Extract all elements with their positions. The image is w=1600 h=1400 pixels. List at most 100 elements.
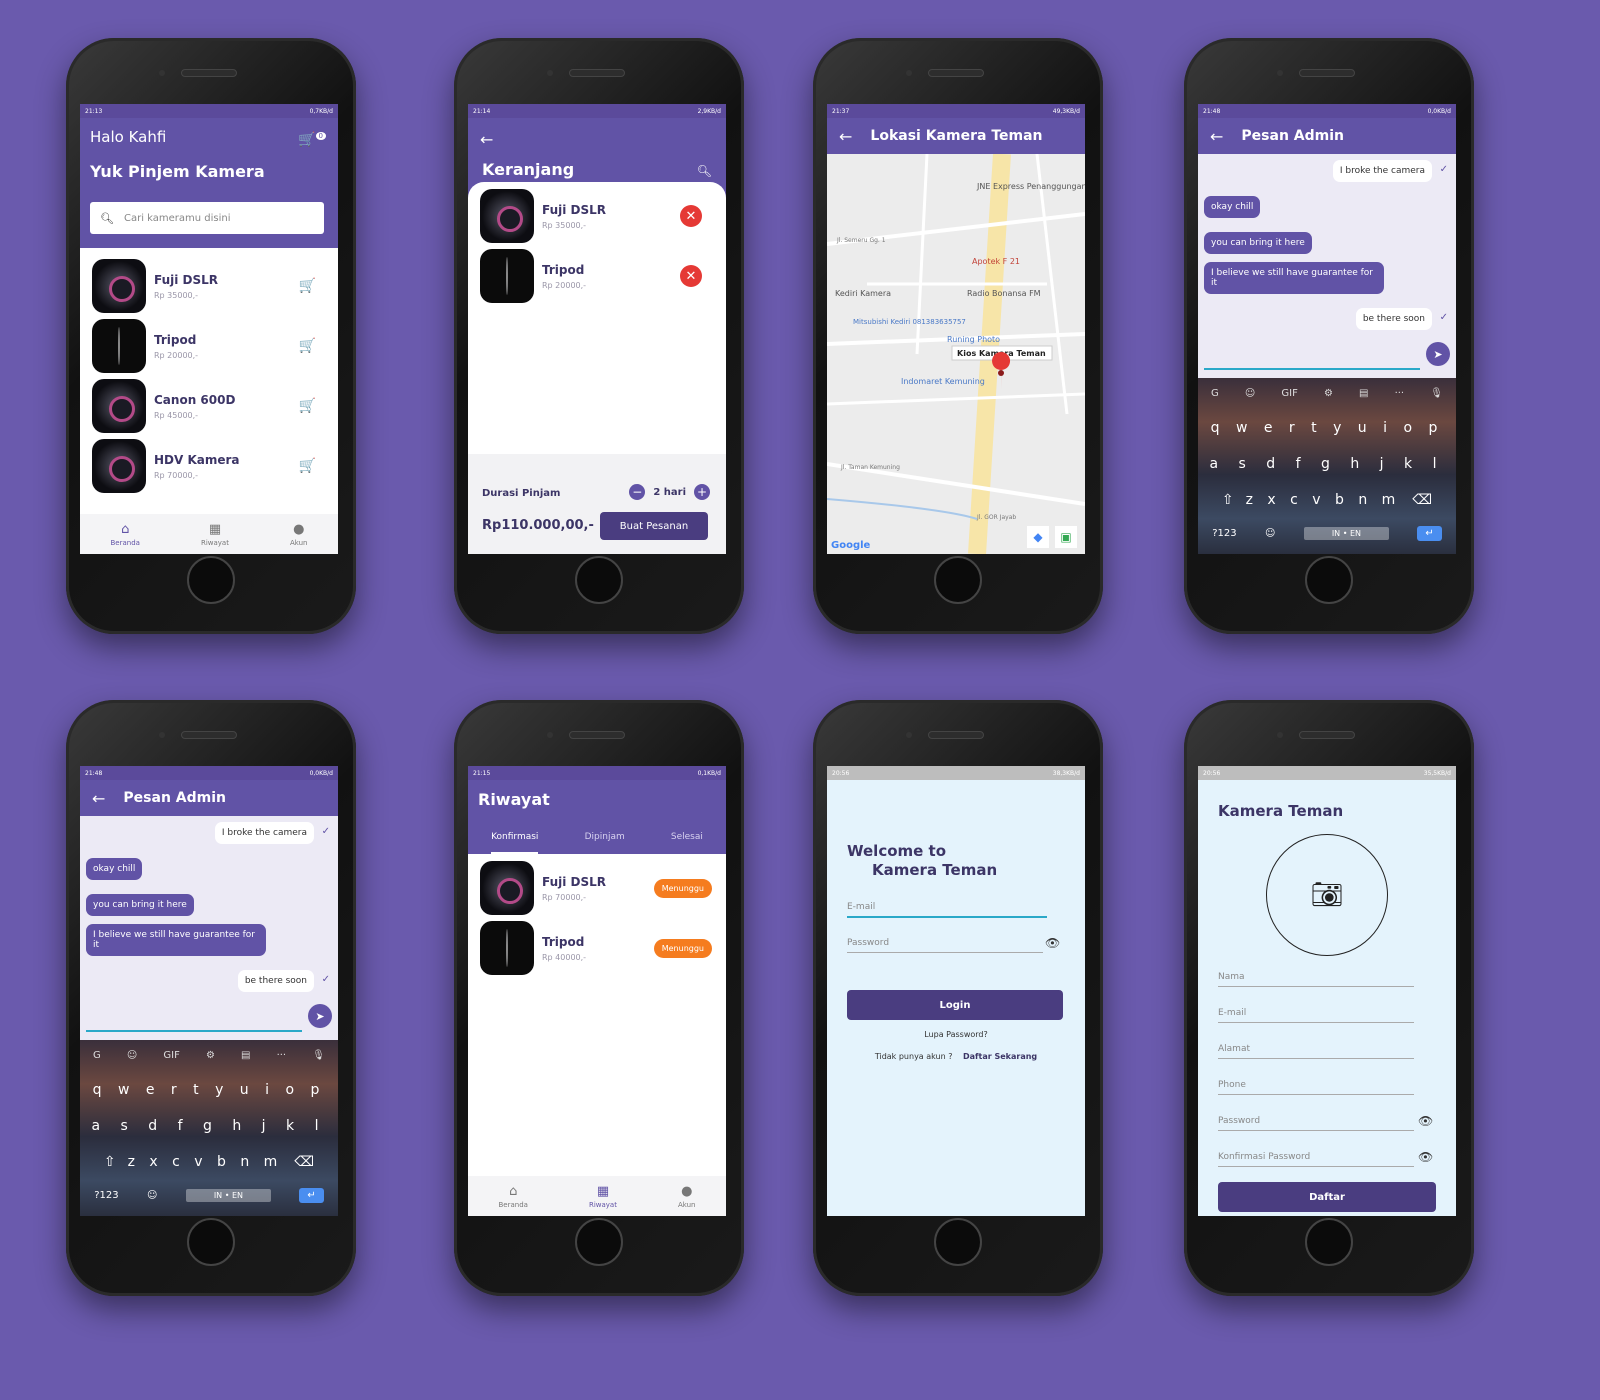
keyboard-row-3-keys[interactable]: z x c v b n m (1246, 492, 1401, 508)
tab-dipinjam[interactable]: Dipinjam (585, 832, 625, 854)
list-item[interactable]: HDV Kamera Rp 70000,- 🛒 (80, 436, 338, 496)
message-input[interactable] (1204, 358, 1420, 370)
eye-icon[interactable]: 👁︎ (1045, 936, 1060, 950)
register-link[interactable]: Daftar Sekarang (963, 1052, 1037, 1061)
gear-icon[interactable]: ⚙ (1324, 388, 1333, 399)
google-icon[interactable]: G (1211, 388, 1219, 399)
nav-home[interactable]: ⌂ Beranda (111, 522, 140, 547)
phone-field[interactable]: Phone (1218, 1080, 1414, 1095)
more-icon[interactable]: ··· (277, 1050, 287, 1061)
keyboard-row-3-keys[interactable]: z x c v b n m (128, 1154, 283, 1170)
home-button[interactable] (575, 1218, 623, 1266)
shift-icon[interactable]: ⇧ (104, 1154, 116, 1170)
eye-icon[interactable]: 👁︎ (1418, 1150, 1433, 1164)
enter-icon[interactable]: ↵ (299, 1188, 324, 1203)
mic-icon[interactable]: 🎙︎ (1430, 388, 1443, 399)
shift-icon[interactable]: ⇧ (1222, 492, 1234, 508)
emoji-icon[interactable]: ☺ (147, 1190, 157, 1201)
confirm-password-field[interactable]: Konfirmasi Password (1218, 1152, 1414, 1167)
nav-history[interactable]: ▦ Riwayat (201, 522, 229, 547)
eye-icon[interactable]: 👁︎ (1418, 1114, 1433, 1128)
enter-icon[interactable]: ↵ (1417, 526, 1442, 541)
tab-selesai[interactable]: Selesai (671, 832, 703, 854)
list-item[interactable]: Fuji DSLR Rp 35000,- 🛒 (80, 256, 338, 316)
email-field[interactable]: E-mail (1218, 1008, 1414, 1023)
list-item[interactable]: Tripod Rp 40000,- Menunggu (468, 918, 726, 978)
home-button[interactable] (575, 556, 623, 604)
tab-konfirmasi[interactable]: Konfirmasi (491, 832, 539, 854)
password-field[interactable]: Password (1218, 1116, 1414, 1131)
numbers-key[interactable]: ?123 (94, 1190, 118, 1201)
nav-history[interactable]: ▦ Riwayat (589, 1184, 617, 1209)
add-to-cart-icon[interactable]: 🛒 (299, 398, 316, 414)
add-to-cart-icon[interactable]: 🛒 (299, 338, 316, 354)
home-button[interactable] (934, 1218, 982, 1266)
nav-home[interactable]: ⌂ Beranda (499, 1184, 528, 1209)
search-input[interactable]: 🔍︎ Cari kameramu disini (90, 202, 324, 234)
more-icon[interactable]: ··· (1395, 388, 1405, 399)
gif-key[interactable]: GIF (163, 1050, 179, 1061)
keyboard[interactable]: G ☺ GIF ⚙ ▤ ··· 🎙︎ q w e r t y u i o p a s d f… (80, 1040, 338, 1216)
back-arrow-icon[interactable]: ← (480, 130, 493, 149)
keyboard-row-1[interactable]: q w e r t y u i o p (80, 1082, 338, 1098)
nav-account[interactable]: ● Akun (678, 1184, 696, 1209)
cart-icon[interactable]: 🛒 0 (298, 132, 326, 148)
nav-account[interactable]: ● Akun (290, 522, 308, 547)
send-icon[interactable]: ➤ (308, 1004, 332, 1028)
minus-icon[interactable]: − (629, 484, 646, 500)
email-field[interactable]: E-mail (847, 902, 1047, 918)
search-icon[interactable]: 🔍︎ (697, 164, 712, 178)
mic-icon[interactable]: 🎙︎ (312, 1050, 325, 1061)
address-field[interactable]: Alamat (1218, 1044, 1414, 1059)
register-button[interactable]: Daftar (1218, 1182, 1436, 1212)
back-arrow-icon[interactable]: ← (839, 127, 852, 146)
emoji-icon[interactable]: ☺ (1265, 528, 1275, 539)
order-button[interactable]: Buat Pesanan (600, 512, 708, 540)
list-item[interactable]: Tripod Rp 20000,- 🛒 (80, 316, 338, 376)
back-arrow-icon[interactable]: ← (92, 789, 105, 808)
check-icon: ✓ (321, 826, 330, 837)
remove-icon[interactable]: ✕ (680, 205, 702, 227)
login-button[interactable]: Login (847, 990, 1063, 1020)
plus-icon[interactable]: + (694, 484, 710, 500)
google-icon[interactable]: G (93, 1050, 101, 1061)
directions-icon[interactable]: ◆ (1027, 526, 1049, 548)
keyboard-row-2[interactable]: a s d f g h j k l (1198, 456, 1456, 472)
backspace-icon[interactable]: ⌫ (1412, 492, 1432, 508)
keyboard-row-1[interactable]: q w e r t y u i o p (1198, 420, 1456, 436)
home-button[interactable] (1305, 556, 1353, 604)
gif-key[interactable]: GIF (1281, 388, 1297, 399)
space-key[interactable]: IN • EN (185, 1189, 271, 1202)
password-field[interactable]: Password (847, 938, 1043, 953)
map-view[interactable]: JNE Express Penanggungan Apotek F 21 Ked… (827, 154, 1085, 554)
add-to-cart-icon[interactable]: 🛒 (299, 278, 316, 294)
translate-icon[interactable]: ▤ (1359, 388, 1368, 399)
message-input[interactable] (86, 1020, 302, 1032)
send-icon[interactable]: ➤ (1426, 342, 1450, 366)
add-to-cart-icon[interactable]: 🛒 (299, 458, 316, 474)
home-button[interactable] (1305, 1218, 1353, 1266)
backspace-icon[interactable]: ⌫ (294, 1154, 314, 1170)
gear-icon[interactable]: ⚙ (206, 1050, 215, 1061)
keyboard-row-2[interactable]: a s d f g h j k l (80, 1118, 338, 1134)
list-item[interactable]: Fuji DSLR Rp 70000,- Menunggu (468, 858, 726, 918)
front-camera (1277, 70, 1283, 76)
numbers-key[interactable]: ?123 (1212, 528, 1236, 539)
name-field[interactable]: Nama (1218, 972, 1414, 987)
account-icon: ● (681, 1183, 693, 1199)
home-button[interactable] (187, 556, 235, 604)
list-item[interactable]: Canon 600D Rp 45000,- 🛒 (80, 376, 338, 436)
space-key[interactable]: IN • EN (1303, 527, 1389, 540)
remove-icon[interactable]: ✕ (680, 265, 702, 287)
open-maps-icon[interactable]: ▣ (1055, 526, 1077, 548)
home-button[interactable] (187, 1218, 235, 1266)
home-button[interactable] (934, 556, 982, 604)
sticker-icon[interactable]: ☺ (1245, 388, 1255, 399)
keyboard[interactable]: G ☺ GIF ⚙ ▤ ··· 🎙︎ q w e r t y u i o p a s d f… (1198, 378, 1456, 554)
translate-icon[interactable]: ▤ (241, 1050, 250, 1061)
avatar-picker[interactable]: 📷︎ (1266, 834, 1388, 956)
forgot-password-link[interactable]: Lupa Password? (827, 1030, 1085, 1039)
front-camera (159, 70, 165, 76)
back-arrow-icon[interactable]: ← (1210, 127, 1223, 146)
sticker-icon[interactable]: ☺ (127, 1050, 137, 1061)
